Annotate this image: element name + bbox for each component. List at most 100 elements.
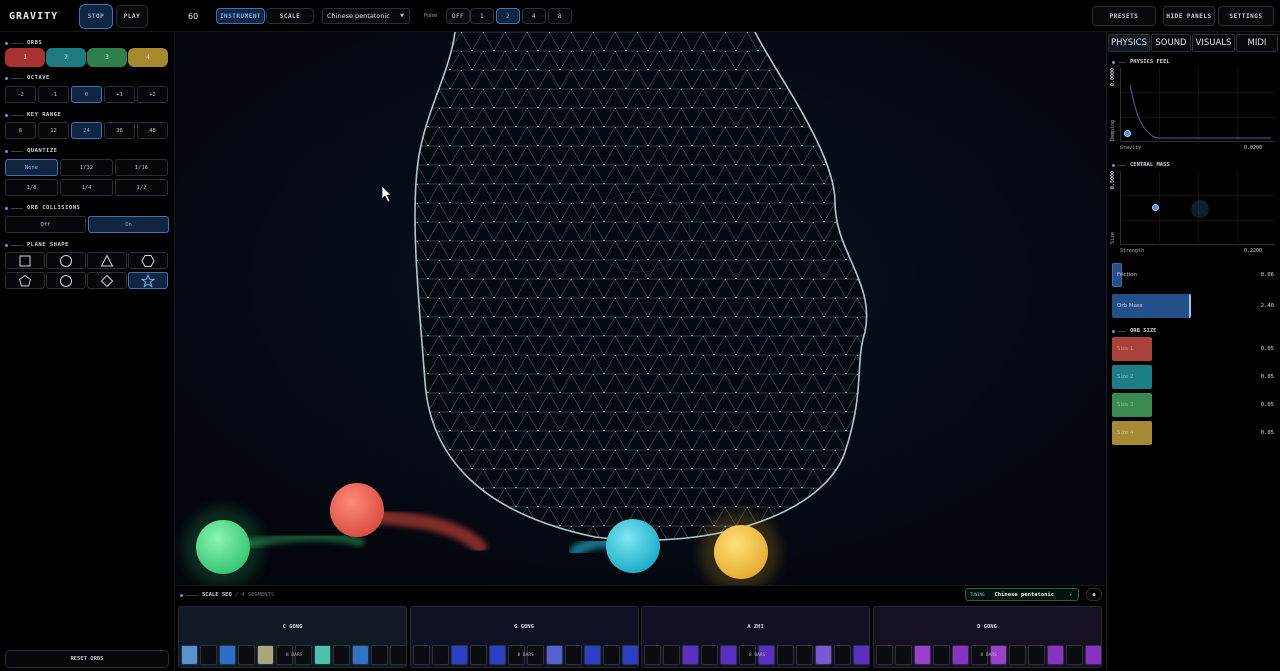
key-range-option[interactable]: 36	[104, 122, 135, 139]
orb-size-slider[interactable]: Size 1 0.05	[1112, 337, 1276, 361]
plane-shape-option[interactable]	[5, 252, 45, 269]
orb-red[interactable]	[330, 483, 384, 537]
sequence-step[interactable]	[853, 645, 870, 665]
octave-option[interactable]: 0	[71, 86, 102, 103]
hide-panels-button[interactable]: HIDE PANELS	[1163, 6, 1215, 26]
sequence-step[interactable]	[333, 645, 350, 665]
sequence-step[interactable]	[834, 645, 851, 665]
instrument-tab[interactable]: INSTRUMENT	[216, 8, 265, 24]
tempo-value[interactable]: 60	[188, 0, 198, 32]
quantize-option[interactable]: 1/16	[115, 159, 168, 176]
sequence-step[interactable]	[1027, 645, 1045, 665]
sequence-step[interactable]	[545, 645, 563, 665]
sequence-step[interactable]	[913, 645, 931, 665]
sequence-step[interactable]	[1046, 645, 1064, 665]
plane-shape-option[interactable]	[128, 272, 168, 289]
sequence-step[interactable]	[1008, 645, 1026, 665]
pulse-option-4[interactable]: 4	[522, 8, 546, 24]
tab-physics[interactable]: PHYSICS	[1108, 34, 1150, 52]
central-mass-pad[interactable]	[1120, 171, 1276, 245]
play-button[interactable]: PLAY	[116, 4, 148, 28]
orb-size-slider[interactable]: Size 4 0.05	[1112, 421, 1276, 445]
sequencer-toggle-button[interactable]: ●	[1086, 588, 1102, 601]
key-range-option[interactable]: 6	[5, 122, 36, 139]
stop-button[interactable]: STOP	[79, 3, 113, 29]
quantize-option[interactable]: 1/32	[60, 159, 113, 176]
tuning-select[interactable]: TUNING Chinese pentatonic ▾	[965, 588, 1079, 601]
central-mass-handle[interactable]	[1152, 204, 1159, 211]
plane-shape-option[interactable]	[46, 252, 86, 269]
plane-shape-option[interactable]	[46, 272, 86, 289]
sequence-step[interactable]	[219, 645, 236, 665]
sequence-step[interactable]	[663, 645, 680, 665]
key-range-option[interactable]: 48	[137, 122, 168, 139]
sequence-step[interactable]	[777, 645, 794, 665]
scale-select[interactable]: Chinese pentatonic ▼	[322, 8, 410, 24]
physics-feel-pad[interactable]	[1120, 68, 1276, 142]
settings-button[interactable]: SETTINGS	[1218, 6, 1274, 26]
tab-visuals[interactable]: VISUALS	[1192, 34, 1235, 52]
sequence-step[interactable]	[701, 645, 718, 665]
sequence-step[interactable]	[390, 645, 407, 665]
tab-midi[interactable]: MIDI	[1236, 34, 1278, 52]
sequencer-segment[interactable]: D GONG 8 BARS	[872, 606, 1102, 668]
sequence-step[interactable]	[352, 645, 369, 665]
sequence-step[interactable]	[875, 645, 893, 665]
quantize-option[interactable]: None	[5, 159, 58, 176]
collisions-option-off[interactable]: Off	[5, 216, 86, 233]
sequence-step[interactable]	[602, 645, 620, 665]
plane-shape-option[interactable]	[128, 252, 168, 269]
orb-button-4[interactable]: 4	[128, 48, 168, 67]
sequence-step[interactable]	[469, 645, 487, 665]
sequence-step[interactable]	[894, 645, 912, 665]
orb-size-slider[interactable]: Size 2 0.05	[1112, 365, 1276, 389]
sequence-step[interactable]	[932, 645, 950, 665]
sequence-step[interactable]	[951, 645, 969, 665]
sequence-step[interactable]	[450, 645, 468, 665]
sequencer-segment[interactable]: A ZHI 8 BARS	[641, 606, 870, 668]
sequencer-segment[interactable]: G GONG 8 BARS	[409, 606, 639, 668]
pulse-option-8[interactable]: 8	[548, 8, 572, 24]
orb-button-1[interactable]: 1	[5, 48, 45, 67]
orb-green[interactable]	[196, 520, 250, 574]
pulse-option-off[interactable]: OFF	[446, 8, 470, 24]
sequence-step[interactable]	[257, 645, 274, 665]
tab-sound[interactable]: SOUND	[1151, 34, 1191, 52]
sequence-step[interactable]	[815, 645, 832, 665]
physics-feel-handle[interactable]	[1124, 130, 1131, 137]
sequence-step[interactable]	[1065, 645, 1083, 665]
scale-tab[interactable]: SCALE	[266, 8, 314, 24]
sequence-step[interactable]	[621, 645, 639, 665]
octave-option[interactable]: -1	[38, 86, 69, 103]
plane-shape-option[interactable]	[87, 272, 127, 289]
sequencer-segment[interactable]: C GONG 8 BARS	[178, 606, 407, 668]
sequence-step[interactable]	[181, 645, 198, 665]
sequence-step[interactable]	[431, 645, 449, 665]
friction-slider[interactable]: Friction 0.06	[1112, 263, 1276, 287]
presets-button[interactable]: PRESETS	[1092, 6, 1156, 26]
sequence-step[interactable]	[720, 645, 737, 665]
reset-orbs-button[interactable]: RESET ORBS	[5, 650, 169, 668]
sequence-step[interactable]	[796, 645, 813, 665]
quantize-option[interactable]: 1/8	[5, 179, 58, 196]
sequence-step[interactable]	[564, 645, 582, 665]
sequence-step[interactable]	[412, 645, 430, 665]
octave-option[interactable]: -2	[5, 86, 36, 103]
sequence-step[interactable]	[644, 645, 661, 665]
orb-mass-slider[interactable]: Orb Mass 2.40	[1112, 294, 1276, 318]
orb-yellow[interactable]	[714, 525, 768, 579]
collisions-option-on[interactable]: On	[88, 216, 169, 233]
key-range-option[interactable]: 12	[38, 122, 69, 139]
simulation-canvas[interactable]	[175, 32, 1106, 585]
orb-button-3[interactable]: 3	[87, 48, 127, 67]
pulse-option-2[interactable]: 2	[496, 8, 520, 24]
sequence-step[interactable]	[371, 645, 388, 665]
quantize-option[interactable]: 1/2	[115, 179, 168, 196]
quantize-option[interactable]: 1/4	[60, 179, 113, 196]
sequence-step[interactable]	[1084, 645, 1102, 665]
sequence-step[interactable]	[238, 645, 255, 665]
sequence-step[interactable]	[682, 645, 699, 665]
sequence-step[interactable]	[314, 645, 331, 665]
sequence-step[interactable]	[488, 645, 506, 665]
key-range-option[interactable]: 24	[71, 122, 102, 139]
